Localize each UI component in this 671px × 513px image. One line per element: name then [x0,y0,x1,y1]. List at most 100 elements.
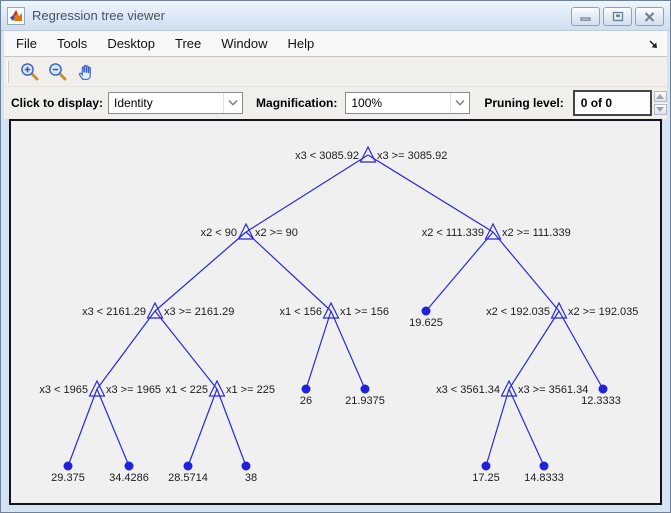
tree-edge [96,310,156,390]
zoom-out-button[interactable] [45,59,70,84]
chevron-down-icon [223,93,242,113]
split-label-right: x3 >= 3561.34 [518,384,588,396]
leaf-node[interactable] [63,461,73,471]
tree-edge [330,310,366,390]
window-title: Regression tree viewer [32,8,165,23]
pruning-level-label: Pruning level: [484,96,564,110]
tree-edge [154,310,218,390]
split-label-left: x2 < 192.035 [486,306,550,318]
toolbar-grip[interactable] [7,60,9,83]
pruning-level-field[interactable]: 0 of 0 [572,90,652,116]
leaf-value-label: 19.625 [409,317,443,329]
tree-canvas-frame: x3 < 3085.92 x3 >= 3085.92 x2 < 90 x2 >= 90… [9,119,662,505]
dock-button[interactable] [647,38,659,50]
split-label-right: x2 >= 192.035 [568,306,638,318]
leaf-value-label: 21.9375 [345,395,385,407]
split-label-right: x3 >= 3085.92 [377,150,447,162]
branch-node[interactable] [359,145,377,163]
tree-edge [96,388,130,467]
split-label-left: x2 < 90 [201,227,237,239]
menu-desktop[interactable]: Desktop [97,31,165,56]
leaf-value-label: 26 [300,395,312,407]
tree-edge [508,310,560,390]
click-to-display-select[interactable]: Identity [108,92,244,114]
minimize-button[interactable] [571,7,600,26]
spinner-up-button[interactable] [653,91,667,102]
split-label-right: x1 >= 156 [340,306,389,318]
menu-help[interactable]: Help [278,31,325,56]
split-label-left: x3 < 3561.34 [436,384,500,396]
matlab-logo-icon [7,6,25,25]
regression-tree-canvas[interactable]: x3 < 3085.92 x3 >= 3085.92 x2 < 90 x2 >= 90… [11,121,660,503]
restore-button[interactable] [603,7,632,26]
menu-bar: File Tools Desktop Tree Window Help [4,31,667,57]
pruning-level-value: 0 of 0 [580,96,613,110]
leaf-node[interactable] [598,384,608,394]
magnification-select[interactable]: 100% [345,92,471,114]
menu-file[interactable]: File [6,31,47,56]
leaf-node[interactable] [360,384,370,394]
pan-hand-icon [78,64,91,80]
leaf-value-label: 38 [245,472,257,484]
split-label-left: x3 < 3085.92 [295,150,359,162]
chevron-down-icon [450,93,469,113]
menu-tools[interactable]: Tools [47,31,97,56]
tree-edge [425,231,494,312]
leaf-value-label: 28.5714 [168,472,208,484]
leaf-node[interactable] [539,461,549,471]
leaf-value-label: 12.3333 [581,395,621,407]
split-label-right: x2 >= 90 [255,227,298,239]
tree-edge [558,310,604,390]
leaf-value-label: 17.25 [472,472,500,484]
spinner-down-button[interactable] [653,104,667,115]
split-label-left: x2 < 111.339 [422,227,484,239]
leaf-value-label: 29.375 [51,472,85,484]
tree-edge [67,388,98,467]
split-label-right: x3 >= 2161.29 [164,306,234,318]
restore-icon [612,11,623,22]
tree-edge [508,388,545,467]
title-bar[interactable]: Regression tree viewer [1,1,670,31]
split-label-right: x2 >= 111.339 [502,227,571,239]
menu-tree[interactable]: Tree [165,31,211,56]
click-to-display-label: Click to display: [11,96,104,110]
split-label-left: x1 < 156 [279,306,322,318]
menu-window[interactable]: Window [211,31,277,56]
leaf-value-label: 14.8333 [524,472,564,484]
click-to-display-value: Identity [114,96,153,110]
arrow-down-icon [656,107,665,112]
tree-edge [216,388,247,467]
window-controls [571,1,664,26]
tree-edge [245,154,369,233]
leaf-node[interactable] [481,461,491,471]
regression-tree-viewer-window: Regression tree viewer File Tools Deskto… [0,0,671,513]
split-label-right: x3 >= 1965 [106,384,161,396]
zoom-in-button[interactable] [17,59,42,84]
tree-edge [367,154,494,233]
leaf-node[interactable] [421,306,431,316]
tree-edge [154,231,247,312]
leaf-value-label: 34.4286 [109,472,149,484]
close-button[interactable] [635,7,664,26]
tree-edge [492,231,560,312]
minimize-icon [579,16,591,21]
tree-edge [245,231,332,312]
tree-edge [187,388,218,467]
leaf-node[interactable] [124,461,134,471]
leaf-node[interactable] [301,384,311,394]
dock-arrow-icon [649,40,657,48]
tool-bar [4,57,667,87]
pan-button[interactable] [73,59,98,84]
pruning-spinner [653,91,667,115]
zoom-out-icon [49,63,67,81]
split-label-left: x3 < 1965 [39,384,88,396]
leaf-node[interactable] [183,461,193,471]
magnification-value: 100% [351,96,383,110]
split-label-right: x1 >= 225 [226,384,275,396]
split-label-left: x1 < 225 [165,384,208,396]
control-bar: Click to display: Identity Magnification… [4,87,667,119]
split-label-left: x3 < 2161.29 [82,306,146,318]
arrow-up-icon [656,94,665,99]
leaf-node[interactable] [241,461,251,471]
close-icon [644,11,655,22]
